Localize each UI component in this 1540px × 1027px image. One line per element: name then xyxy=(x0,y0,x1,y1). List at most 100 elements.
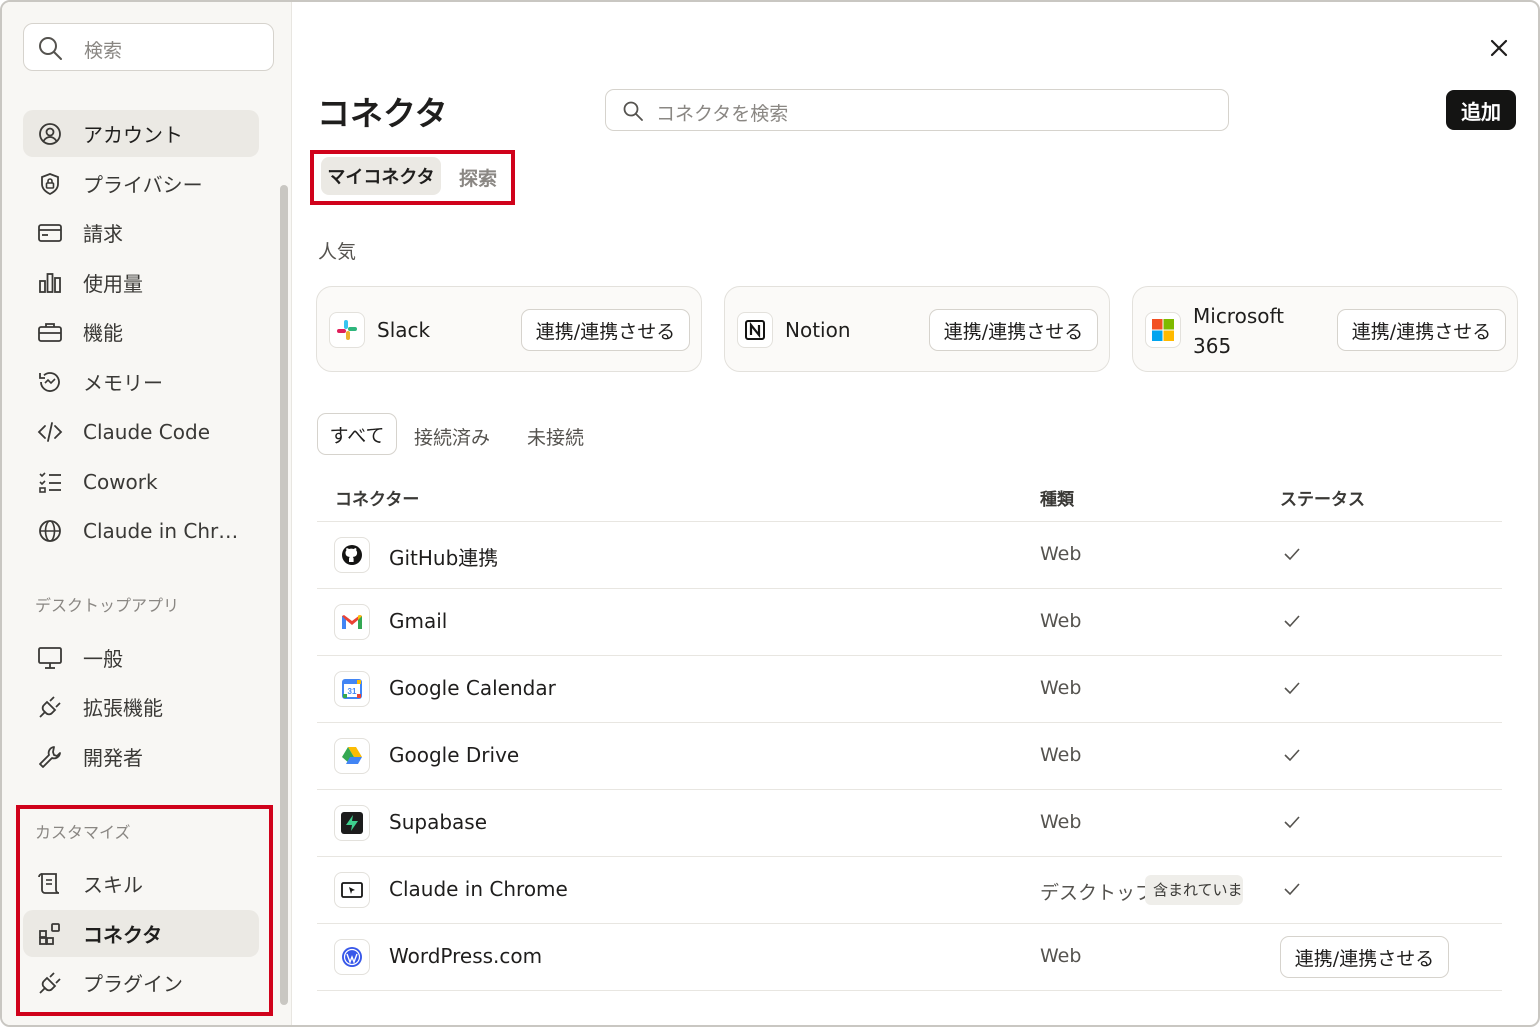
page-title: コネクタ xyxy=(317,94,448,133)
cowork-icon xyxy=(37,469,63,495)
tab-my-connectors[interactable]: マイコネクタ xyxy=(321,157,441,195)
wordpress-icon xyxy=(334,939,370,975)
connect-button[interactable]: 連携/連携させる xyxy=(1280,936,1449,978)
billing-icon xyxy=(37,220,63,246)
included-badge: 含まれています xyxy=(1145,875,1243,905)
sidebar-item-account[interactable]: アカウント xyxy=(23,110,259,157)
connect-button[interactable]: 連携/連携させる xyxy=(1337,309,1506,351)
close-icon[interactable] xyxy=(1486,35,1512,61)
sidebar-item-developer[interactable]: 開発者 xyxy=(23,733,259,780)
sidebar-item-label: 請求 xyxy=(83,222,123,246)
connector-name: Google Drive xyxy=(389,743,520,767)
globe-icon xyxy=(37,518,63,544)
popular-card-name: Slack xyxy=(377,318,431,342)
calendar-icon: 31 xyxy=(334,671,370,707)
sidebar-search-placeholder: 検索 xyxy=(84,40,123,62)
connect-button[interactable]: 連携/連携させる xyxy=(521,309,690,351)
tab-explore[interactable]: 探索 xyxy=(459,164,497,191)
sidebar-item-label: メモリー xyxy=(83,371,163,395)
table-row[interactable]: WordPress.com Web 連携/連携させる xyxy=(317,923,1502,990)
connector-name: WordPress.com xyxy=(389,944,543,968)
column-header-connector: コネクター xyxy=(335,490,420,510)
sidebar-item-extensions[interactable]: 拡張機能 xyxy=(23,683,259,730)
desktop-section-label: デスクトップアプリ xyxy=(35,596,180,615)
check-icon xyxy=(1282,812,1302,832)
slack-icon xyxy=(329,312,365,348)
connector-name: Google Calendar xyxy=(389,676,556,700)
sidebar-item-label: プライバシー xyxy=(83,173,203,197)
sidebar-item-label: 一般 xyxy=(83,647,123,671)
plug-icon xyxy=(37,694,63,720)
table-row[interactable]: Google Drive Web xyxy=(317,722,1502,789)
popular-card-slack: Slack 連携/連携させる xyxy=(316,286,702,372)
svg-text:31: 31 xyxy=(348,687,357,696)
popular-card-name: Microsoft 365 xyxy=(1193,304,1285,358)
add-connector-button[interactable]: 追加 xyxy=(1446,90,1516,130)
table-row[interactable]: Supabase Web xyxy=(317,789,1502,856)
sidebar-item-label: Claude in Chr… xyxy=(83,518,239,543)
sidebar-item-label: 開発者 xyxy=(83,746,143,770)
sidebar-item-label: 拡張機能 xyxy=(83,696,163,720)
settings-window: 検索 アカウント プライバシー 請求 使用量 機能 メモリー Claude Co… xyxy=(0,0,1540,1027)
monitor-icon xyxy=(37,645,63,671)
microsoft-icon xyxy=(1145,312,1181,348)
sidebar-item-features[interactable]: 機能 xyxy=(23,308,259,355)
connector-type: Web xyxy=(1040,744,1082,766)
check-icon xyxy=(1282,745,1302,765)
filter-all[interactable]: すべて xyxy=(317,413,397,455)
popular-section-label: 人気 xyxy=(318,241,357,263)
sidebar-item-privacy[interactable]: プライバシー xyxy=(23,160,259,207)
column-header-status: ステータス xyxy=(1280,490,1365,510)
check-icon xyxy=(1282,678,1302,698)
connect-button[interactable]: 連携/連携させる xyxy=(929,309,1098,351)
table-row[interactable]: Gmail Web xyxy=(317,588,1502,655)
check-icon xyxy=(1282,611,1302,631)
sidebar-item-billing[interactable]: 請求 xyxy=(23,209,259,256)
sidebar-item-label: 機能 xyxy=(83,321,123,345)
sidebar-item-label: Claude Code xyxy=(83,419,211,444)
search-icon xyxy=(622,100,644,122)
sidebar-item-general[interactable]: 一般 xyxy=(23,634,259,681)
sidebar-item-label: アカウント xyxy=(83,123,183,147)
search-icon xyxy=(37,35,63,61)
chrome-ext-icon xyxy=(334,872,370,908)
connector-name: Gmail xyxy=(389,609,448,633)
connector-search-input[interactable]: コネクタを検索 xyxy=(605,89,1229,131)
sidebar-item-claude-code[interactable]: Claude Code xyxy=(23,408,259,455)
connector-name: Supabase xyxy=(389,810,487,834)
connector-type: Web xyxy=(1040,677,1082,699)
connector-type: デスクトップ xyxy=(1040,882,1155,904)
usage-icon xyxy=(37,270,63,296)
popular-card-microsoft: Microsoft 365 連携/連携させる xyxy=(1132,286,1518,372)
table-divider xyxy=(317,990,1502,991)
connector-type: Web xyxy=(1040,610,1082,632)
drive-icon xyxy=(334,738,370,774)
filter-connected[interactable]: 接続済み xyxy=(414,423,490,450)
check-icon xyxy=(1282,879,1302,899)
sidebar-item-cowork[interactable]: Cowork xyxy=(23,458,259,505)
connector-name: Claude in Chrome xyxy=(389,877,568,901)
popular-card-name: Notion xyxy=(785,318,851,342)
column-header-type: 種類 xyxy=(1040,490,1074,510)
sidebar-scrollbar[interactable] xyxy=(280,185,288,1005)
connector-type: Web xyxy=(1040,811,1082,833)
filter-not-connected[interactable]: 未接続 xyxy=(527,423,584,450)
connector-name: GitHub連携 xyxy=(389,546,499,570)
github-icon xyxy=(334,537,370,573)
code-icon xyxy=(37,419,63,445)
gmail-icon xyxy=(334,604,370,640)
sidebar-item-usage[interactable]: 使用量 xyxy=(23,259,259,306)
sidebar-search-input[interactable]: 検索 xyxy=(23,23,274,71)
table-row[interactable]: Claude in Chrome デスクトップ 含まれています xyxy=(317,856,1502,923)
memory-icon xyxy=(37,369,63,395)
sidebar-item-memory[interactable]: メモリー xyxy=(23,358,259,405)
table-row[interactable]: GitHub連携 Web xyxy=(317,521,1502,588)
features-icon xyxy=(37,319,63,345)
sidebar-item-label: 使用量 xyxy=(83,272,143,296)
supabase-icon xyxy=(334,805,370,841)
notion-icon xyxy=(737,312,773,348)
table-row[interactable]: 31 Google Calendar Web xyxy=(317,655,1502,722)
sidebar-item-claude-in-chrome[interactable]: Claude in Chr… xyxy=(23,507,259,554)
connector-search-placeholder: コネクタを検索 xyxy=(656,103,789,125)
wrench-icon xyxy=(37,744,63,770)
